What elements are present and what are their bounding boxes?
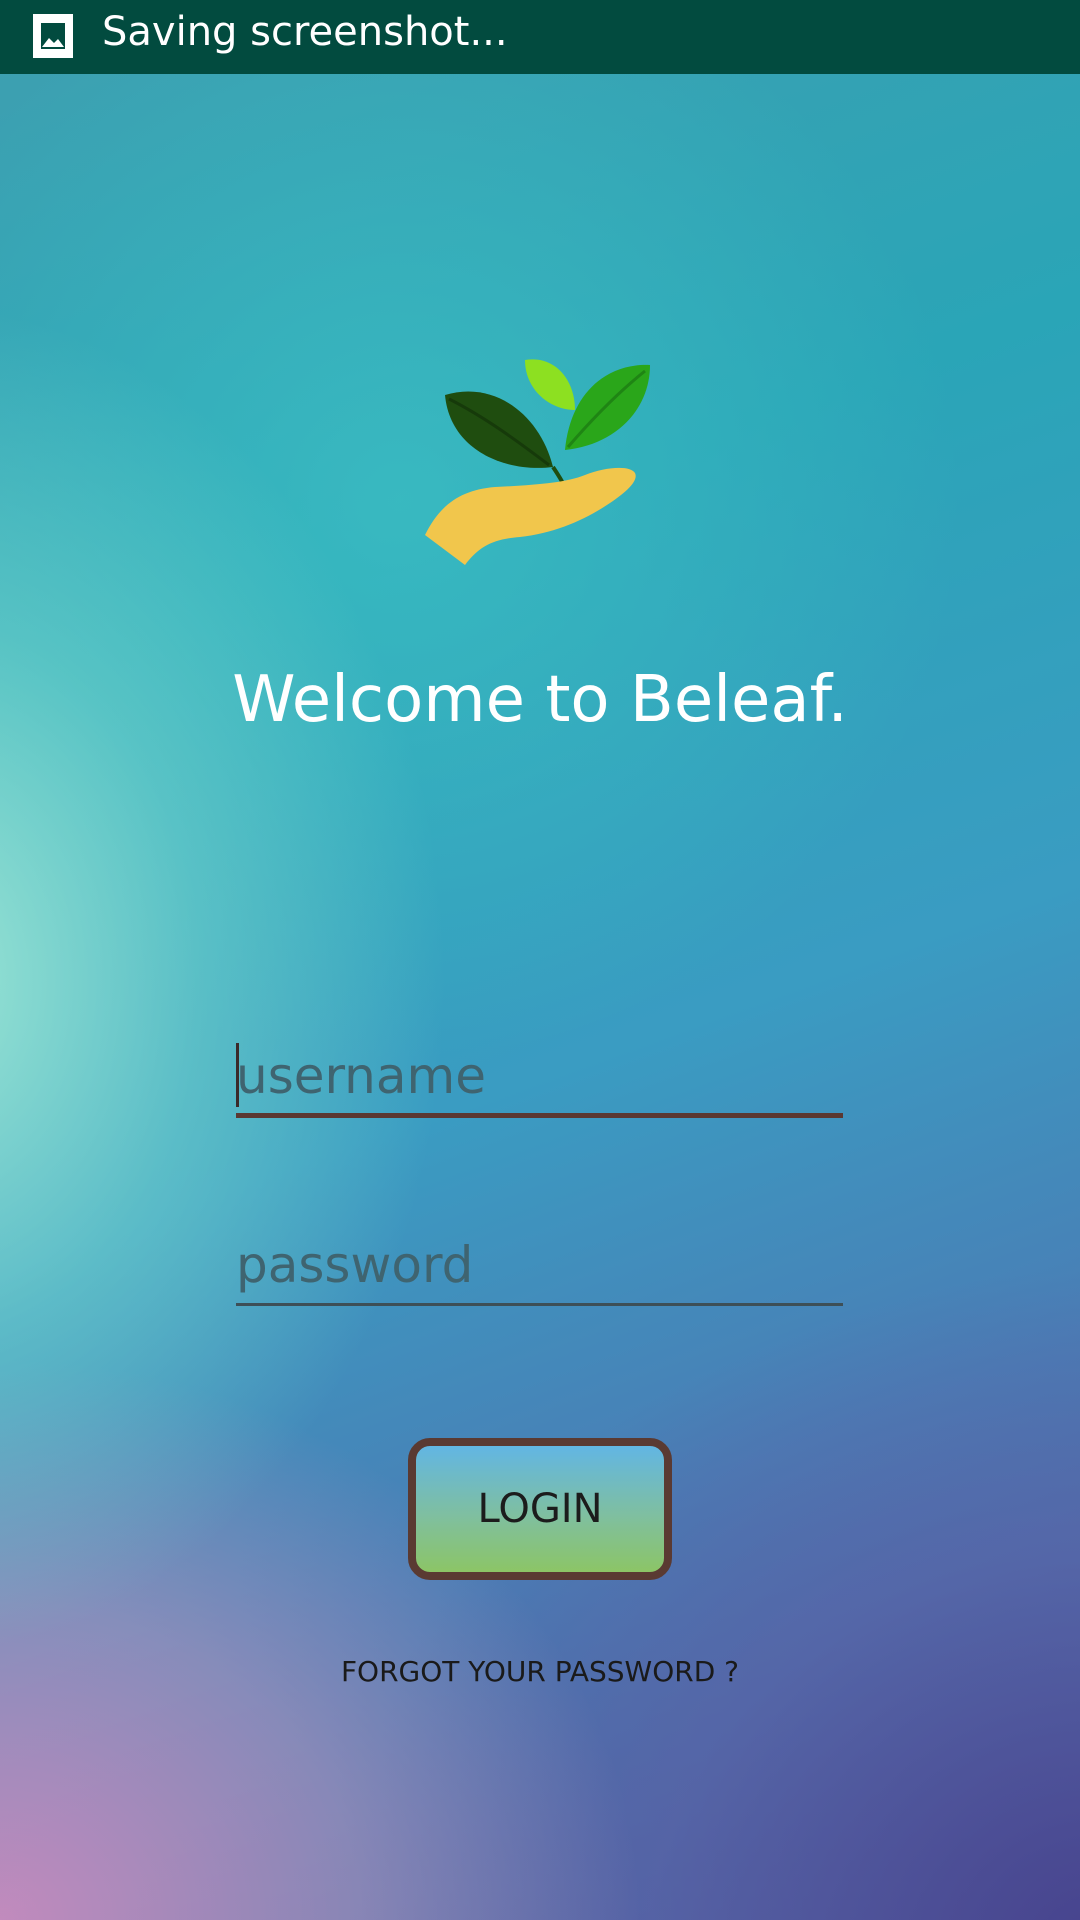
login-button[interactable]: LOGIN	[408, 1438, 672, 1580]
password-field[interactable]	[236, 1226, 843, 1306]
background-gradient	[0, 0, 1080, 1920]
forgot-password-link[interactable]: FORGOT YOUR PASSWORD ?	[0, 1652, 1080, 1692]
username-field[interactable]	[236, 1038, 843, 1118]
text-cursor	[236, 1043, 239, 1107]
status-bar: Saving screenshot...	[0, 0, 1080, 74]
hand-with-leaves-icon	[425, 355, 665, 585]
status-notification-text: Saving screenshot...	[102, 9, 508, 55]
welcome-title: Welcome to Beleaf.	[232, 663, 848, 737]
image-icon	[33, 14, 73, 58]
